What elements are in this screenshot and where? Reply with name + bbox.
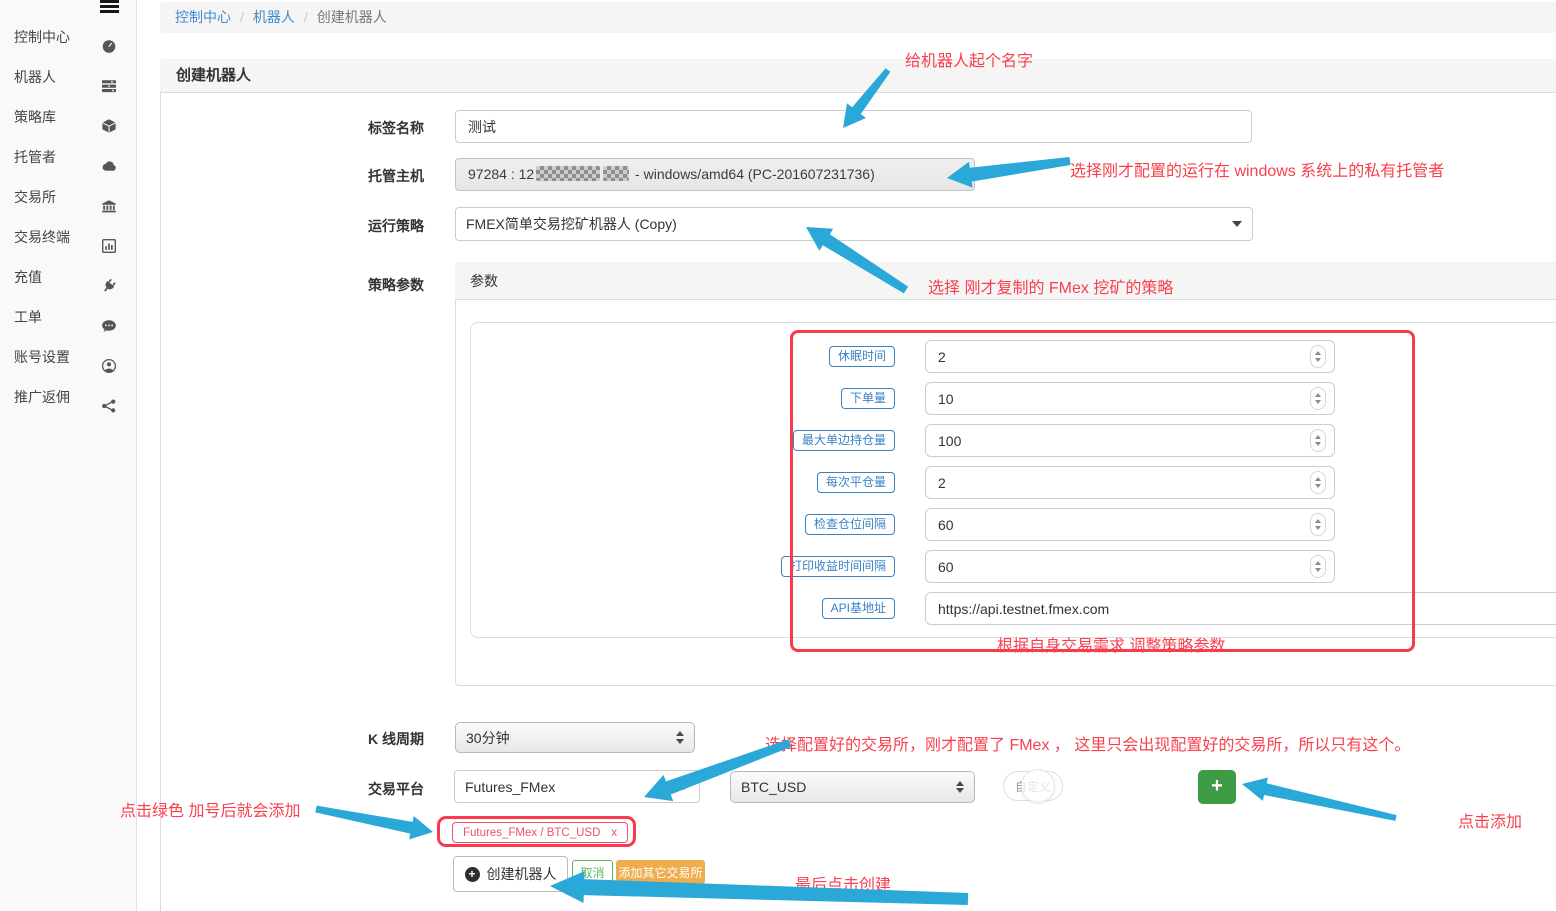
exchange-value: Futures_FMex (465, 779, 671, 795)
host-value-prefix: 97284 : 12 (468, 166, 534, 182)
updown-arrows-icon (676, 731, 684, 744)
create-robot-page: 控制中心机器人策略库托管者交易所交易终端充值工单账号设置推广返佣 控制中心/机器… (0, 0, 1556, 911)
robot-name-input[interactable] (455, 110, 1252, 143)
exchange-select[interactable]: Futures_FMex (454, 770, 700, 803)
redacted-ip-block (536, 166, 600, 181)
name-label: 标签名称 (314, 118, 424, 138)
redacted-ip-block (603, 166, 629, 181)
sidebar-item-hosts[interactable]: 托管者 (0, 137, 136, 177)
pair-tag-highlight-box (437, 816, 636, 847)
annotation-name-hint: 给机器人起个名字 (905, 47, 1033, 71)
sidebar-item-label: 充值 (14, 269, 42, 285)
panel-title: 创建机器人 (160, 59, 1556, 93)
sidebar-item-account-settings[interactable]: 账号设置 (0, 337, 136, 377)
sidebar-item-label: 工单 (14, 309, 42, 325)
cube-icon (101, 109, 117, 125)
strategy-select[interactable]: FMEX简单交易挖矿机器人 (Copy) (455, 207, 1253, 241)
host-value-suffix: - windows/amd64 (PC-201607231736) (631, 166, 875, 182)
dashboard-icon (101, 29, 117, 45)
updown-arrows-icon (956, 781, 964, 794)
kline-period-value: 30分钟 (466, 728, 668, 748)
sidebar-item-exchanges[interactable]: 交易所 (0, 177, 136, 217)
share-icon (101, 389, 117, 405)
add-exchange-button[interactable]: 添加其它交易所 (616, 860, 705, 884)
chevron-down-icon (679, 784, 689, 790)
sidebar-item-label: 托管者 (14, 149, 56, 165)
sidebar-toggle-button[interactable] (100, 0, 120, 14)
sidebar-item-label: 机器人 (14, 69, 56, 85)
annotation-host-hint: 选择刚才配置的运行在 windows 系统上的私有托管者 (1070, 157, 1444, 181)
custom-toggle[interactable]: 自定义 (1003, 771, 1063, 801)
sidebar-item-label: 账号设置 (14, 349, 70, 365)
kline-period-select[interactable]: 30分钟 (455, 722, 695, 753)
annotation-strategy-hint: 选择 刚才复制的 FMex 挖矿的策略 (928, 274, 1173, 298)
cancel-button[interactable]: 取消 (572, 860, 613, 884)
bar-chart-icon (101, 229, 117, 245)
chevron-down-icon (1232, 221, 1242, 227)
breadcrumb: 控制中心 / 机器人 / 创建机器人 (160, 2, 1556, 33)
create-button-label: 创建机器人 (487, 864, 557, 884)
sidebar-item-referral[interactable]: 推广返佣 (0, 377, 136, 417)
sidebar-item-label: 推广返佣 (14, 389, 70, 405)
strategy-value: FMEX简单交易挖矿机器人 (Copy) (466, 214, 1224, 234)
create-robot-button[interactable]: + 创建机器人 (453, 856, 568, 892)
annotation-create-hint: 最后点击创建 (795, 871, 891, 895)
cloud-icon (101, 149, 117, 165)
host-select[interactable]: 97284 : 12 - windows/amd64 (PC-201607231… (455, 158, 975, 191)
add-pair-button[interactable]: + (1198, 770, 1236, 804)
user-icon (101, 349, 117, 365)
pair-value: BTC_USD (741, 779, 948, 795)
breadcrumb-item[interactable]: 机器人 (253, 9, 295, 25)
breadcrumb-separator: / (304, 9, 308, 25)
pair-select[interactable]: BTC_USD (730, 771, 975, 803)
annotation-plus-hint: 点击绿色 加号后就会添加 (120, 797, 300, 821)
sidebar: 控制中心机器人策略库托管者交易所交易终端充值工单账号设置推广返佣 (0, 0, 137, 911)
breadcrumb-item[interactable]: 控制中心 (175, 9, 231, 25)
sidebar-item-trading-terminal[interactable]: 交易终端 (0, 217, 136, 257)
annotation-add-hint: 点击添加 (1458, 808, 1522, 832)
sidebar-item-robots[interactable]: 机器人 (0, 57, 136, 97)
sidebar-item-strategy-library[interactable]: 策略库 (0, 97, 136, 137)
sidebar-item-label: 控制中心 (14, 29, 70, 45)
annotation-params-hint: 根据自身交易需求 调整策略参数 (997, 632, 1225, 656)
sidebar-menu: 控制中心机器人策略库托管者交易所交易终端充值工单账号设置推广返佣 (0, 17, 136, 417)
strategy-label: 运行策略 (314, 216, 424, 236)
plus-circle-icon: + (465, 867, 480, 882)
platform-label: 交易平台 (314, 779, 424, 799)
plug-icon (101, 269, 117, 285)
sidebar-item-label: 策略库 (14, 109, 56, 125)
breadcrumb-item: 创建机器人 (317, 9, 387, 25)
breadcrumb-separator: / (240, 9, 244, 25)
sidebar-item-control-center[interactable]: 控制中心 (0, 17, 136, 57)
sidebar-item-label: 交易所 (14, 189, 56, 205)
annotation-exchange-hint: 选择配置好的交易所，刚才配置了 FMex ， 这里只会出现配置好的交易所，所以只… (765, 731, 1410, 755)
sidebar-item-label: 交易终端 (14, 229, 70, 245)
host-label: 托管主机 (314, 166, 424, 186)
params-label: 策略参数 (314, 275, 424, 295)
comment-icon (101, 309, 117, 325)
sidebar-item-tickets[interactable]: 工单 (0, 297, 136, 337)
robot-list-icon (101, 69, 117, 85)
hamburger-icon (100, 0, 119, 3)
sidebar-item-deposit[interactable]: 充值 (0, 257, 136, 297)
toggle-knob (1021, 769, 1055, 803)
bank-icon (101, 189, 117, 205)
params-highlight-box (790, 330, 1415, 652)
kline-label: K 线周期 (314, 729, 424, 749)
